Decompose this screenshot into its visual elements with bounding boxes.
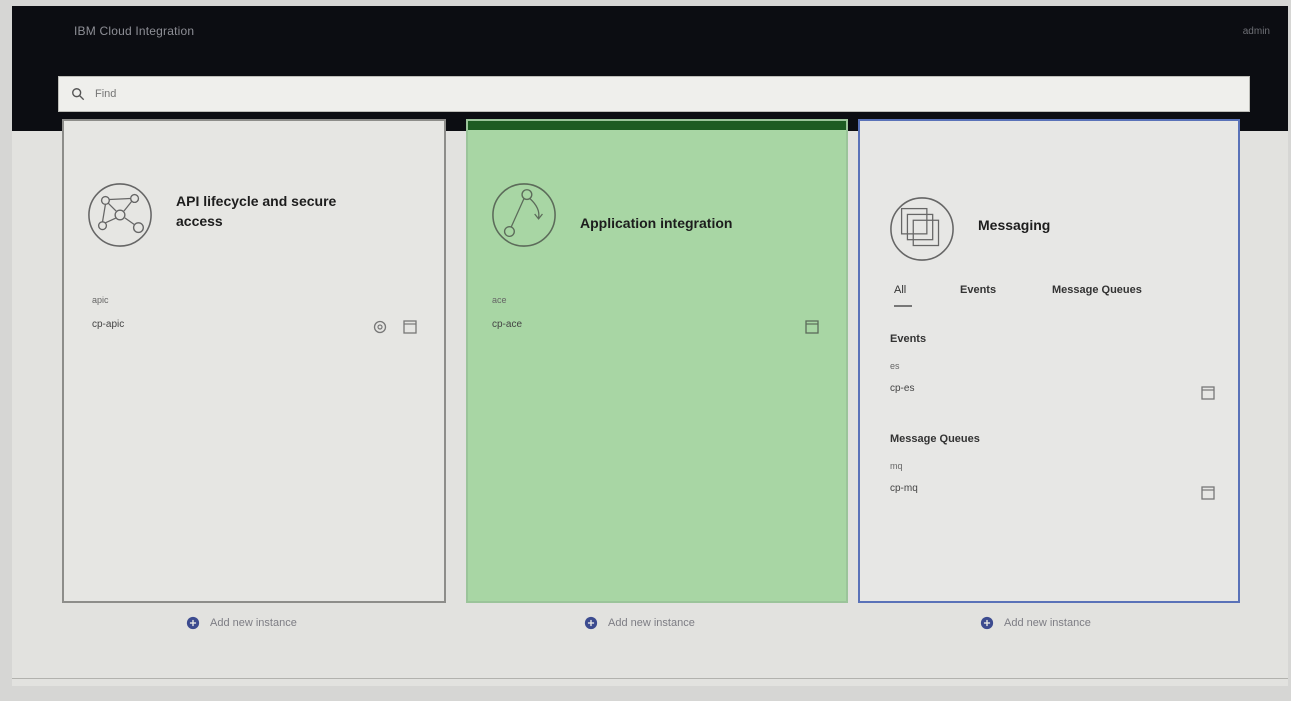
add-circle-icon: [186, 616, 200, 630]
card-title: Messaging: [978, 217, 1051, 233]
section-message-queues-heading: Message Queues: [890, 433, 980, 445]
selected-indicator: [468, 121, 846, 130]
add-instance-app-button[interactable]: Add new instance: [584, 616, 695, 630]
launch-icon[interactable]: [1200, 485, 1216, 501]
active-tab-underline: [894, 305, 912, 307]
brand-title: IBM Cloud Integration: [74, 24, 195, 38]
add-instance-label: Add new instance: [608, 617, 695, 629]
search-icon: [72, 88, 85, 101]
card-messaging[interactable]: Messaging All Events Message Queues Even…: [858, 119, 1240, 603]
footer-divider: [12, 678, 1288, 679]
app-integration-icon: [492, 183, 556, 247]
messaging-stack-icon: [890, 197, 954, 261]
search-bar[interactable]: [58, 76, 1250, 112]
add-instance-label: Add new instance: [1004, 617, 1091, 629]
section-events-heading: Events: [890, 333, 927, 345]
top-bar: IBM Cloud Integration admin: [12, 6, 1288, 131]
launch-icon[interactable]: [1200, 385, 1216, 401]
add-circle-icon: [980, 616, 994, 630]
settings-icon[interactable]: [372, 319, 388, 335]
instance-name[interactable]: cp-mq: [890, 483, 918, 494]
launch-icon[interactable]: [402, 319, 418, 335]
add-circle-icon: [584, 616, 598, 630]
card-title: API lifecycle and secure access: [176, 193, 337, 229]
screen: IBM Cloud Integration admin API lifecyc: [12, 6, 1288, 686]
instance-name[interactable]: cp-es: [890, 383, 914, 394]
instance-name[interactable]: cp-apic: [92, 319, 124, 330]
instance-type-label: ace: [492, 295, 507, 305]
card-api-lifecycle[interactable]: API lifecycle and secure access apic cp-…: [62, 119, 446, 603]
search-input[interactable]: [93, 87, 497, 101]
api-network-icon: [88, 183, 152, 247]
tab-events[interactable]: Events: [960, 284, 996, 296]
user-menu[interactable]: admin: [1243, 26, 1270, 37]
add-instance-label: Add new instance: [210, 617, 297, 629]
tab-all[interactable]: All: [894, 284, 906, 296]
instance-type-label: mq: [890, 461, 903, 471]
add-instance-messaging-button[interactable]: Add new instance: [980, 616, 1091, 630]
launch-icon[interactable]: [804, 319, 820, 335]
instance-name[interactable]: cp-ace: [492, 319, 522, 330]
instance-type-label: es: [890, 361, 900, 371]
card-title: Application integration: [580, 215, 733, 231]
instance-type-label: apic: [92, 295, 109, 305]
add-instance-api-button[interactable]: Add new instance: [186, 616, 297, 630]
tab-message-queues[interactable]: Message Queues: [1052, 284, 1142, 296]
card-application-integration[interactable]: Application integration ace cp-ace: [466, 119, 848, 603]
